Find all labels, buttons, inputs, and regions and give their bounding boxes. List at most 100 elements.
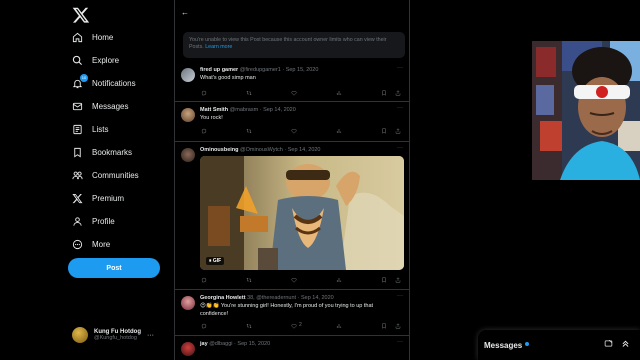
nav-explore[interactable]: Explore: [72, 51, 119, 69]
tweet-author-name[interactable]: fired up gamer: [200, 67, 238, 73]
avatar[interactable]: [181, 68, 195, 82]
gif-badge: ⏸ GIF: [206, 257, 225, 265]
tweet-date: Sep 14, 2020: [300, 295, 334, 301]
notification-badge: 10: [80, 73, 88, 82]
avatar[interactable]: [181, 296, 195, 310]
views-icon[interactable]: [335, 322, 343, 330]
reply-tweet[interactable]: Matt Smith @mabrasm · Sep 14, 2020 ··· Y…: [175, 102, 409, 142]
tweet-more-icon[interactable]: ···: [397, 339, 403, 345]
tweet-more-icon[interactable]: ···: [397, 293, 403, 299]
nav-profile-label: Profile: [92, 216, 115, 226]
tweet-author-name[interactable]: jay: [200, 341, 208, 347]
retweet-icon[interactable]: [245, 127, 253, 135]
tweet-author-handle: @firedupgamer1: [239, 67, 281, 73]
home-icon: [72, 32, 83, 43]
tweet-more-icon[interactable]: ···: [397, 105, 403, 111]
more-circle-icon: [72, 239, 83, 250]
nav-lists-label: Lists: [92, 124, 109, 134]
person-icon: [72, 216, 83, 227]
account-more-icon[interactable]: ···: [147, 332, 154, 339]
nav-profile[interactable]: Profile: [72, 212, 115, 230]
post-button[interactable]: Post: [68, 258, 160, 278]
gif-media[interactable]: ⏸ GIF: [200, 156, 404, 270]
views-icon[interactable]: [335, 127, 343, 135]
gif-image: [200, 156, 404, 270]
share-icon[interactable]: [394, 276, 402, 284]
reply-icon[interactable]: [200, 322, 208, 330]
tweet-actions: [200, 276, 402, 284]
retweet-icon[interactable]: [245, 322, 253, 330]
tweet-actions: [200, 89, 402, 97]
x-logo-icon[interactable]: [72, 6, 90, 24]
new-message-icon[interactable]: [604, 339, 613, 348]
share-icon[interactable]: [394, 89, 402, 97]
tweet-header: jay @dlbaggi · Sep 15, 2020: [200, 341, 271, 347]
tweet-more-icon[interactable]: ···: [397, 65, 403, 71]
list-icon: [72, 124, 83, 135]
learn-more-link[interactable]: Learn more: [205, 44, 232, 50]
people-icon: [72, 170, 83, 181]
nav-communities[interactable]: Communities: [72, 166, 139, 184]
like-icon[interactable]: 2: [290, 322, 302, 330]
search-icon: [72, 55, 83, 66]
bookmark-icon[interactable]: [380, 89, 388, 97]
nav-bookmarks-label: Bookmarks: [92, 147, 133, 157]
views-icon[interactable]: [335, 276, 343, 284]
account-switcher[interactable]: Kung Fu Hotdog @Kungfu_hotdog ···: [72, 324, 172, 346]
expand-icon[interactable]: [621, 339, 630, 348]
nav-notifications-label: Notifications: [92, 78, 136, 88]
bookmark-icon[interactable]: [380, 322, 388, 330]
tweet-header: fired up gamer @firedupgamer1 · Sep 15, …: [200, 67, 319, 73]
tweet-date: Sep 15, 2020: [237, 341, 271, 347]
nav-notifications[interactable]: 10 Notifications: [72, 73, 136, 92]
tweet-author-handle: @OminousWytch: [240, 147, 283, 153]
tweet-header: Ominousbeing @OminousWytch · Sep 14, 202…: [200, 147, 321, 153]
reply-icon[interactable]: [200, 89, 208, 97]
tweet-author-handle: @mabrasm: [229, 107, 259, 113]
retweet-icon[interactable]: [245, 276, 253, 284]
reply-tweet[interactable]: fired up gamer @firedupgamer1 · Sep 15, …: [175, 62, 409, 102]
tweet-author-handle: 38, @thereadernunt: [247, 295, 297, 301]
views-icon[interactable]: [335, 89, 343, 97]
like-icon[interactable]: [290, 89, 298, 97]
tweet-text: You rock!: [200, 115, 223, 121]
nav-explore-label: Explore: [92, 55, 120, 65]
nav-messages[interactable]: Messages: [72, 97, 128, 115]
tweet-author-name[interactable]: Ominousbeing: [200, 147, 239, 153]
retweet-icon[interactable]: [245, 89, 253, 97]
tweet-author-handle: @dlbaggi: [209, 341, 233, 347]
messages-drawer[interactable]: Messages: [478, 330, 640, 360]
bookmark-icon[interactable]: [380, 276, 388, 284]
like-icon[interactable]: [290, 127, 298, 135]
reply-icon[interactable]: [200, 276, 208, 284]
messages-drawer-title: Messages: [484, 340, 523, 350]
nav-bookmarks[interactable]: Bookmarks: [72, 143, 132, 161]
tweet-date: Sep 14, 2020: [287, 147, 321, 153]
reply-icon[interactable]: [200, 127, 208, 135]
share-icon[interactable]: [394, 322, 402, 330]
nav-more-label: More: [92, 239, 111, 249]
nav-lists[interactable]: Lists: [72, 120, 108, 138]
avatar[interactable]: [181, 108, 195, 122]
back-arrow-icon[interactable]: ←: [181, 8, 189, 17]
tweet-text: What's good simp man: [200, 75, 256, 81]
webcam-overlay: [532, 41, 640, 180]
share-icon[interactable]: [394, 127, 402, 135]
bookmark-icon[interactable]: [380, 127, 388, 135]
nav-messages-label: Messages: [92, 101, 129, 111]
tweet-author-name[interactable]: Matt Smith: [200, 107, 228, 113]
tweet-date: Sep 14, 2020: [263, 107, 296, 113]
reply-tweet[interactable]: Georgina Howlett 38, @thereadernunt · Se…: [175, 290, 409, 336]
tweet-author-name[interactable]: Georgina Howlett: [200, 295, 246, 301]
nav-premium[interactable]: Premium: [72, 189, 124, 207]
reply-tweet[interactable]: jay @dlbaggi · Sep 15, 2020 ···: [175, 336, 409, 360]
tweet-date: Sep 15, 2020: [285, 67, 319, 73]
tweet-more-icon[interactable]: ···: [397, 145, 403, 151]
nav-more[interactable]: More: [72, 235, 110, 253]
avatar[interactable]: [181, 342, 195, 356]
avatar[interactable]: [181, 148, 195, 162]
nav-home[interactable]: Home: [72, 28, 113, 46]
reply-tweet[interactable]: Ominousbeing @OminousWytch · Sep 14, 202…: [175, 142, 409, 290]
like-icon[interactable]: [290, 276, 298, 284]
restricted-post-notice: You're unable to view this Post because …: [183, 32, 405, 58]
